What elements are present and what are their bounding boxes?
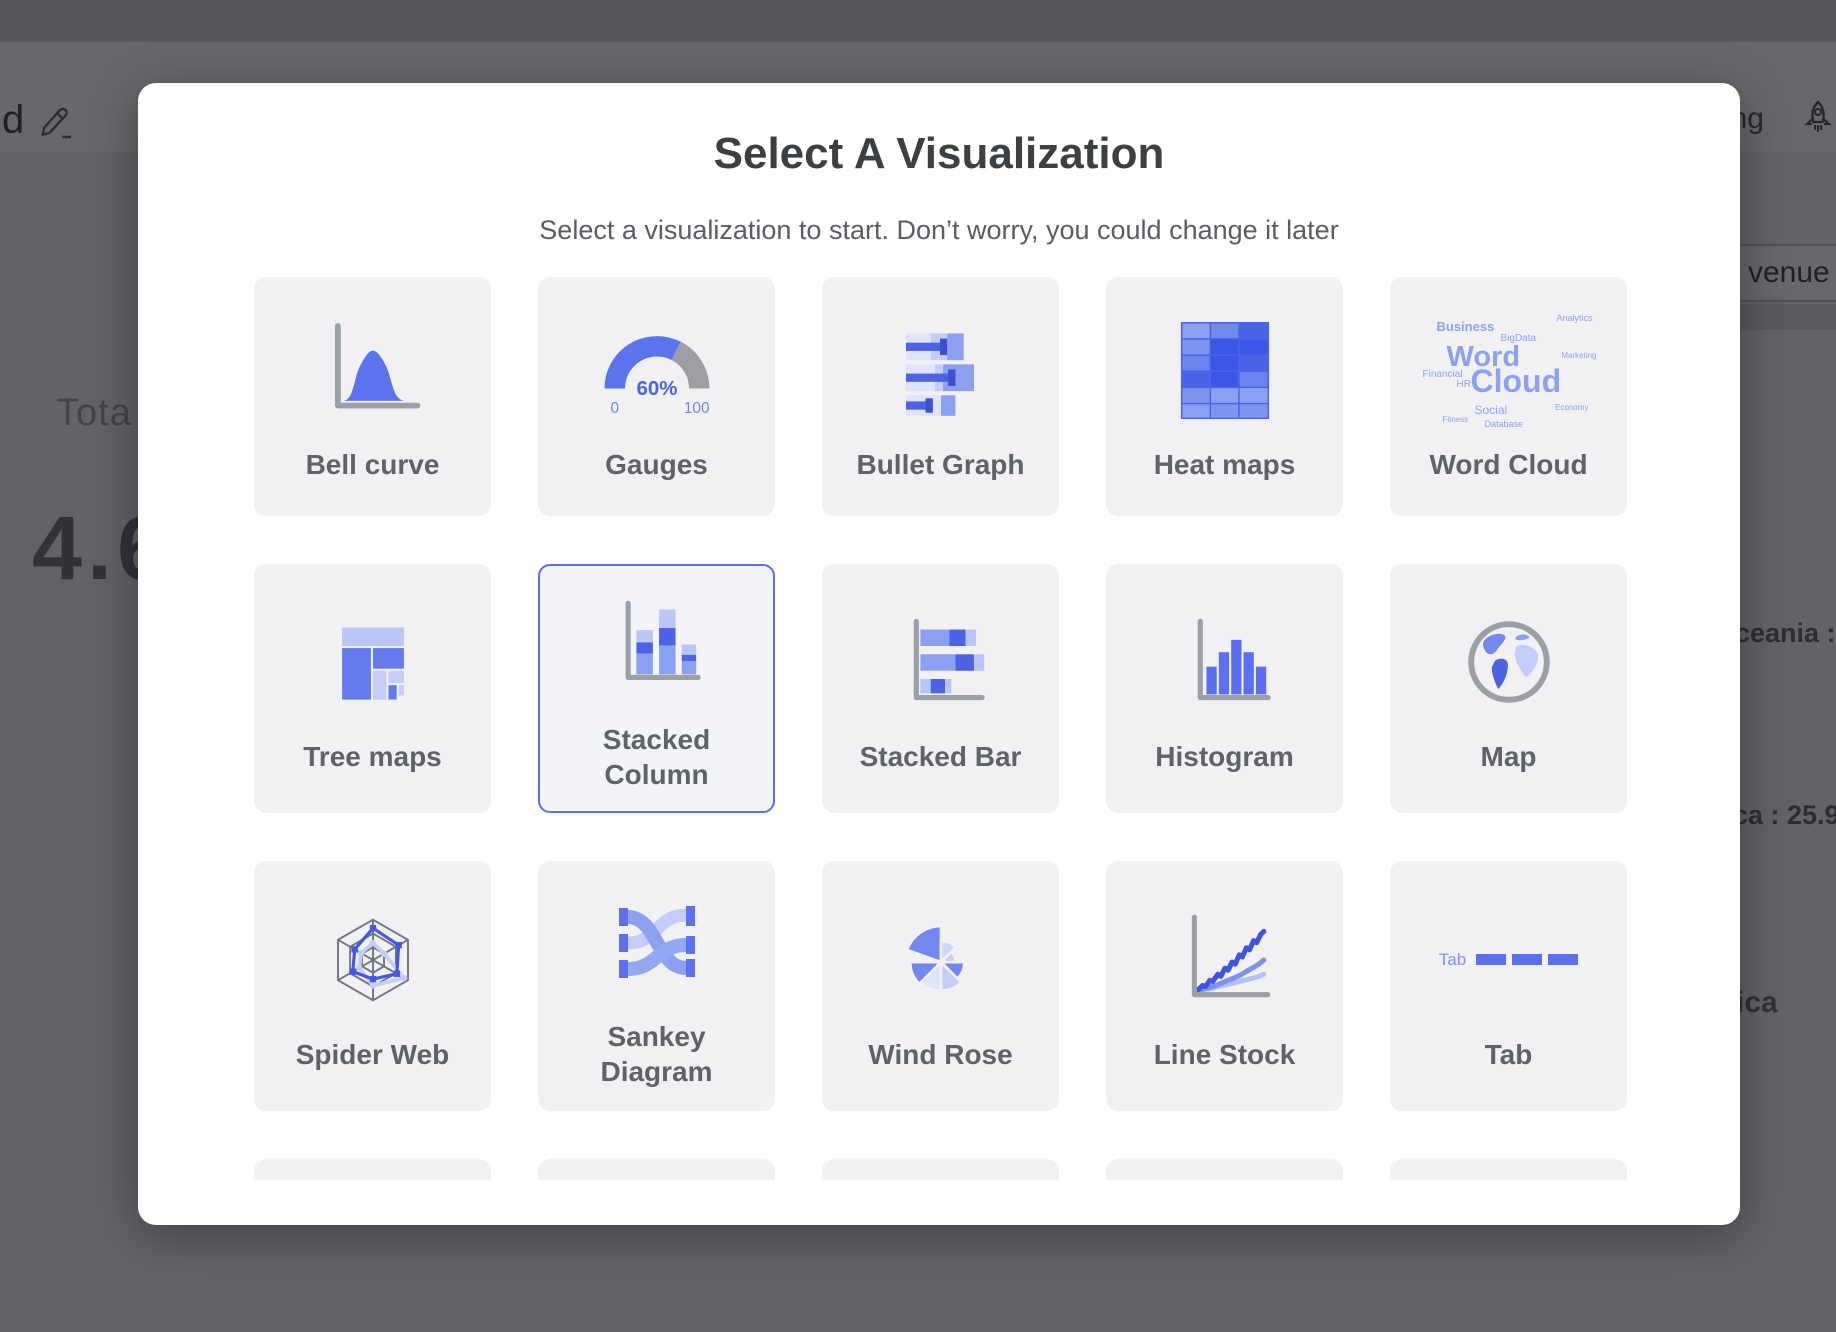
spider-web-icon: [318, 901, 428, 1019]
bullet-graph-icon: [885, 311, 997, 429]
viz-label: Stacked Column: [554, 722, 759, 792]
viz-option-heat-maps[interactable]: Heat maps: [1106, 277, 1343, 516]
viz-option-bullet-graph[interactable]: Bullet Graph: [822, 277, 1059, 516]
viz-option-histogram[interactable]: Histogram: [1106, 564, 1343, 813]
stacked-column-icon: [601, 586, 713, 704]
viz-option-partial[interactable]: [822, 1159, 1059, 1180]
viz-label: Wind Rose: [868, 1037, 1012, 1072]
viz-option-word-cloud[interactable]: Business Analytics BigData Word Marketin…: [1390, 277, 1627, 516]
viz-option-line-stock[interactable]: Line Stock: [1106, 861, 1343, 1111]
svg-text:0: 0: [610, 400, 619, 417]
viz-label: Histogram: [1155, 739, 1293, 774]
viz-option-stacked-bar[interactable]: Stacked Bar: [822, 564, 1059, 813]
viz-label: Map: [1481, 739, 1537, 774]
gauge-icon: 60% 0 100: [593, 311, 721, 429]
dialog-title: Select A Visualization: [138, 129, 1740, 179]
viz-option-map[interactable]: Map: [1390, 564, 1627, 813]
svg-text:60%: 60%: [636, 377, 677, 400]
viz-label: Line Stock: [1154, 1037, 1296, 1072]
svg-text:100: 100: [683, 400, 709, 417]
viz-label: Bell curve: [306, 447, 440, 482]
histogram-icon: [1169, 603, 1281, 721]
viz-label: Stacked Bar: [860, 739, 1022, 774]
viz-label: Heat maps: [1154, 447, 1296, 482]
viz-option-bell-curve[interactable]: Bell curve: [254, 277, 491, 516]
viz-option-partial[interactable]: [1390, 1159, 1627, 1180]
tab-icon: Tab: [1439, 901, 1578, 1019]
viz-label: Word Cloud: [1429, 447, 1587, 482]
visualization-grid: Bell curve 60% 0 100 Gauges: [254, 277, 1627, 1180]
viz-option-stacked-column[interactable]: Stacked Column: [538, 564, 775, 813]
viz-label: Bullet Graph: [856, 447, 1024, 482]
viz-option-partial[interactable]: [1106, 1159, 1343, 1180]
sankey-diagram-icon: [601, 883, 713, 1001]
viz-label: Spider Web: [296, 1037, 450, 1072]
viz-option-tab[interactable]: Tab Tab: [1390, 861, 1627, 1111]
bell-curve-icon: [314, 311, 432, 429]
globe-map-icon: [1455, 603, 1563, 721]
dialog-subtitle: Select a visualization to start. Don’t w…: [138, 215, 1740, 246]
viz-label: Sankey Diagram: [552, 1019, 761, 1089]
stacked-bar-icon: [885, 603, 997, 721]
wind-rose-icon: [888, 901, 994, 1019]
viz-label: Tab: [1485, 1037, 1533, 1072]
viz-label: Tree maps: [303, 739, 442, 774]
heat-map-icon: [1175, 311, 1275, 429]
viz-option-partial[interactable]: [538, 1159, 775, 1180]
line-stock-icon: [1167, 901, 1283, 1019]
select-visualization-dialog: Select A Visualization Select a visualiz…: [138, 83, 1740, 1225]
viz-option-sankey-diagram[interactable]: Sankey Diagram: [538, 861, 775, 1111]
viz-label: Gauges: [605, 447, 708, 482]
viz-option-gauges[interactable]: 60% 0 100 Gauges: [538, 277, 775, 516]
viz-option-tree-maps[interactable]: Tree maps: [254, 564, 491, 813]
viz-option-spider-web[interactable]: Spider Web: [254, 861, 491, 1111]
viz-option-wind-rose[interactable]: Wind Rose: [822, 861, 1059, 1111]
viz-option-partial[interactable]: [254, 1159, 491, 1180]
tree-map-icon: [317, 603, 429, 721]
word-cloud-icon: Business Analytics BigData Word Marketin…: [1421, 311, 1597, 429]
